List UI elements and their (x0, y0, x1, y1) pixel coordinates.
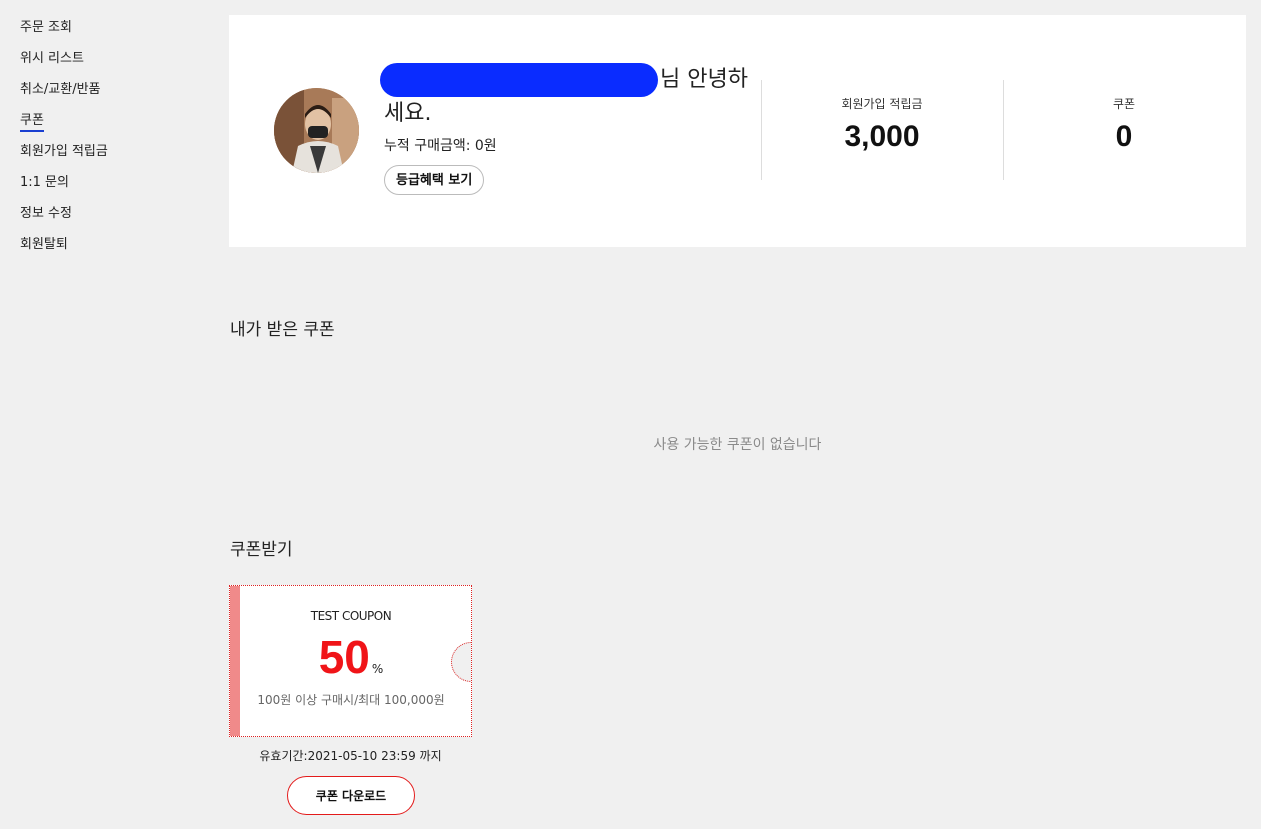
sidebar-item-wishlist[interactable]: 위시 리스트 (20, 43, 200, 74)
empty-coupons-message: 사용 가능한 쿠폰이 없습니다 (653, 437, 822, 453)
accumulated-purchase: 누적 구매금액: 0원 (384, 138, 497, 154)
points-label: 회원가입 적립금 (841, 97, 923, 111)
receive-coupons-title: 쿠폰받기 (230, 540, 293, 560)
coupon-count-label: 쿠폰 (1112, 97, 1136, 111)
coupon-count-value: 0 (1115, 120, 1133, 153)
sidebar-item-signup-points[interactable]: 회원가입 적립금 (20, 136, 200, 167)
grade-benefits-button[interactable]: 등급혜택 보기 (384, 165, 485, 195)
coupon-discount-unit: % (371, 662, 384, 676)
coupon-condition: 100원 이상 구매시/최대 100,000원 (257, 693, 445, 707)
points-stat: 회원가입 적립금 3,000 (762, 95, 1002, 154)
coupon-discount-value: 50 (318, 631, 370, 683)
coupon-expiry: 유효기간:2021-05-10 23:59 까지 (259, 749, 442, 763)
points-value: 3,000 (844, 120, 920, 153)
sidebar-item-withdraw[interactable]: 회원탈퇴 (20, 229, 200, 260)
my-coupons-title: 내가 받은 쿠폰 (230, 320, 335, 340)
avatar (274, 88, 359, 173)
coupon-download-button[interactable]: 쿠폰 다운로드 (287, 776, 415, 815)
coupon-discount: 50% (240, 630, 462, 684)
sidebar-item-cancel-exchange-return[interactable]: 취소/교환/반품 (20, 74, 200, 105)
greeting: 님 안녕하세요. (380, 63, 754, 131)
coupon-count-stat: 쿠폰 0 (1004, 95, 1244, 154)
sidebar-item-inquiry[interactable]: 1:1 문의 (20, 167, 200, 198)
avatar-photo-icon (274, 88, 359, 173)
sidebar-item-edit-info[interactable]: 정보 수정 (20, 198, 200, 229)
redacted-username (380, 63, 658, 97)
profile-card: 님 안녕하세요. 누적 구매금액: 0원 등급혜택 보기 회원가입 적립금 3,… (229, 15, 1246, 247)
coupon-stripe (230, 586, 240, 736)
sidebar-nav: 주문 조회 위시 리스트 취소/교환/반품 쿠폰 회원가입 적립금 1:1 문의… (20, 12, 200, 260)
sidebar-item-coupons[interactable]: 쿠폰 (20, 105, 200, 136)
coupon-card: TEST COUPON 50% 100원 이상 구매시/최대 100,000원 (229, 585, 472, 737)
coupon-name: TEST COUPON (310, 609, 392, 623)
sidebar-item-orders[interactable]: 주문 조회 (20, 12, 200, 43)
